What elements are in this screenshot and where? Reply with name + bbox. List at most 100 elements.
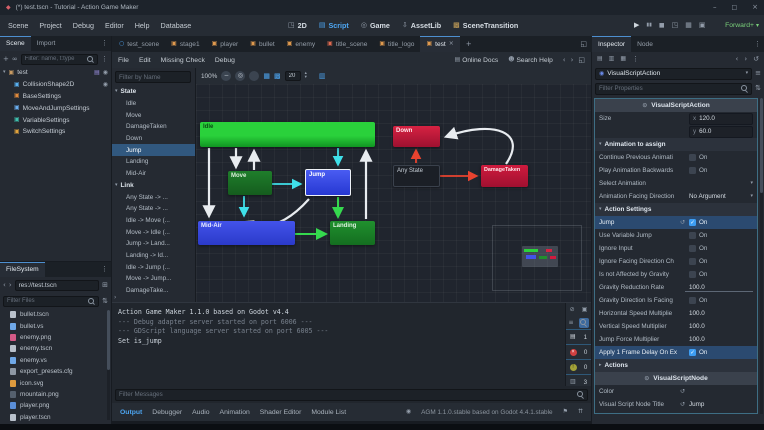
state-node-move[interactable]: Move xyxy=(228,171,272,195)
state-group-header[interactable]: ▾ State xyxy=(112,86,195,98)
workspace-tab-scenetransition[interactable]: ▩ SceneTransition xyxy=(453,21,518,30)
maximize-button[interactable]: □ xyxy=(731,5,737,11)
expand-all-icon[interactable]: ⇅ xyxy=(755,85,761,92)
animation-dropdown[interactable]: ▾ xyxy=(685,181,753,186)
split-view-icon[interactable]: ⊞ xyxy=(102,282,108,289)
bottom-tab-module-list[interactable]: Module List xyxy=(311,409,346,416)
nav-forward-icon[interactable]: › xyxy=(9,282,12,289)
scene-tab[interactable]: ○test_scene xyxy=(113,36,165,52)
tree-row-test[interactable]: ▾ ▣ test ▤ ◉ xyxy=(0,67,111,79)
snap-stepper[interactable]: ▴ ▾ xyxy=(305,72,307,81)
section-animation-to-assign[interactable]: ▾ Animation to assign xyxy=(595,138,757,151)
workspace-tab-2d[interactable]: ◳ 2D xyxy=(288,21,307,30)
number-field[interactable]: 100.0 xyxy=(685,336,753,343)
expand-icon[interactable]: ▾ xyxy=(3,70,6,75)
clear-output-icon[interactable]: ⊘ xyxy=(570,307,575,313)
tree-row-switchsettings[interactable]: ▣ SwitchSettings xyxy=(0,126,111,138)
checkbox[interactable] xyxy=(689,167,696,174)
tree-row-moveandjump[interactable]: ▣ MoveAndJumpSettings xyxy=(0,102,111,114)
add-node-button[interactable]: + xyxy=(3,56,9,63)
section-action-settings[interactable]: ▾ Action Settings xyxy=(595,203,757,216)
bottom-tab-output[interactable]: Output xyxy=(120,409,142,416)
file-row[interactable]: bullet.tscn xyxy=(0,309,111,320)
scene-tab-active[interactable]: ▣test× xyxy=(420,36,459,52)
checkbox[interactable] xyxy=(689,245,696,252)
menu-debug[interactable]: Debug xyxy=(73,21,94,30)
script-icon[interactable]: ▤ xyxy=(94,70,100,76)
menu-help[interactable]: Help xyxy=(135,21,150,30)
eye-icon[interactable]: ◉ xyxy=(103,82,108,88)
size-x-input[interactable]: x120.0 xyxy=(689,113,753,125)
snap-toggle-icon[interactable]: ▦ xyxy=(263,73,270,80)
stop-button[interactable]: ■ xyxy=(659,23,665,29)
menu-edit[interactable]: Edit xyxy=(139,57,151,64)
dock-menu-icon[interactable]: ⋮ xyxy=(98,36,111,51)
state-node-down[interactable]: Down xyxy=(393,126,440,147)
file-row[interactable]: icon.svg xyxy=(0,377,111,388)
filter-files-input[interactable]: Filter Files xyxy=(3,296,99,307)
menu-editor[interactable]: Editor xyxy=(105,21,124,30)
number-field[interactable]: 100.0 xyxy=(685,310,753,317)
menu-database[interactable]: Database xyxy=(161,21,192,30)
snap-distance-input[interactable] xyxy=(285,71,301,81)
checkbox-checked[interactable]: ✓ xyxy=(689,219,696,226)
link-group-header[interactable]: ▾ Link xyxy=(112,180,195,192)
member-link[interactable]: Move -> Idle (... xyxy=(112,226,195,238)
number-field[interactable]: 100.0 xyxy=(685,323,753,330)
bottom-tab-debugger[interactable]: Debugger xyxy=(152,409,182,416)
member-link[interactable]: Any State -> ... xyxy=(112,203,195,215)
history-forward-icon[interactable]: › xyxy=(571,57,574,64)
member-state[interactable]: DamageTaken xyxy=(112,121,195,133)
zoom-in-button[interactable] xyxy=(249,71,259,81)
checkbox[interactable] xyxy=(689,258,696,265)
file-row[interactable]: player.tscn xyxy=(0,412,111,423)
member-link[interactable]: Idle -> Move (... xyxy=(112,215,195,227)
instantiate-scene-button[interactable]: ∞ xyxy=(12,56,18,63)
graph-canvas[interactable]: Idle Down Move Jump Any State DamageTake… xyxy=(196,84,591,302)
bottom-tab-audio[interactable]: Audio xyxy=(192,409,209,416)
tab-scene[interactable]: Scene xyxy=(0,36,31,51)
scrollbar-thumb[interactable] xyxy=(760,98,763,193)
state-node-landing[interactable]: Landing xyxy=(330,221,375,245)
state-node-any-state[interactable]: Any State xyxy=(393,165,440,187)
state-node-midair[interactable]: Mid-Air xyxy=(198,221,295,245)
bottom-tab-animation[interactable]: Animation xyxy=(220,409,250,416)
dock-menu-icon[interactable]: ⋮ xyxy=(751,36,764,52)
filter-messages-input[interactable]: Filter Messages xyxy=(115,389,588,401)
tree-row-collisionshape[interactable]: ▣ CollisionShape2D ◉ xyxy=(0,79,111,91)
scene-tab[interactable]: ▣enemy xyxy=(281,36,321,52)
revert-icon[interactable]: ↺ xyxy=(680,389,685,395)
menu-missing-check[interactable]: Missing Check xyxy=(161,57,205,64)
pause-button[interactable]: ▮▮ xyxy=(646,23,652,28)
tab-import[interactable]: Import xyxy=(31,36,62,51)
node-section-header[interactable]: ⊙ VisualScriptNode xyxy=(595,372,757,385)
member-state[interactable]: Landing xyxy=(112,156,195,168)
zoom-reset-button[interactable]: ◎ xyxy=(235,71,245,81)
menu-project[interactable]: Project xyxy=(39,21,61,30)
member-link[interactable]: Landing -> Id... xyxy=(112,250,195,262)
number-slider[interactable]: 100.0 xyxy=(685,284,753,292)
state-node-idle[interactable]: Idle xyxy=(200,122,375,147)
menu-scene[interactable]: Scene xyxy=(8,21,28,30)
expand-panel-icon[interactable]: ⇈ xyxy=(578,409,583,415)
online-docs-button[interactable]: ▤ Online Docs xyxy=(455,57,499,64)
member-link[interactable]: Jump -> Land... xyxy=(112,238,195,250)
file-row[interactable]: enemy.vs xyxy=(0,355,111,366)
size-y-input[interactable]: y60.0 xyxy=(689,126,753,138)
history-forward-icon[interactable]: › xyxy=(744,56,747,63)
menu-script-debug[interactable]: Debug xyxy=(215,57,235,64)
graph-minimap[interactable] xyxy=(522,246,558,267)
editor-messages-filter-icon[interactable]: ▥ xyxy=(570,379,576,385)
messages-filter-icon[interactable]: ▤ xyxy=(570,334,576,340)
resource-picker[interactable]: ◉ VisualScriptAction ▾ xyxy=(595,68,752,80)
checkbox[interactable] xyxy=(689,154,696,161)
play-button[interactable]: ▶ xyxy=(634,22,639,29)
member-state-selected[interactable]: Jump xyxy=(112,144,195,156)
facing-dropdown[interactable]: No Argument▾ xyxy=(685,193,753,200)
close-button[interactable]: × xyxy=(752,4,758,11)
state-node-jump-selected[interactable]: Jump xyxy=(305,169,351,196)
copy-output-icon[interactable]: ▣ xyxy=(582,307,588,313)
filter-members-input[interactable] xyxy=(115,71,191,83)
minimap-toggle-icon[interactable]: ▥ xyxy=(319,73,326,80)
menu-file[interactable]: File xyxy=(118,57,129,64)
